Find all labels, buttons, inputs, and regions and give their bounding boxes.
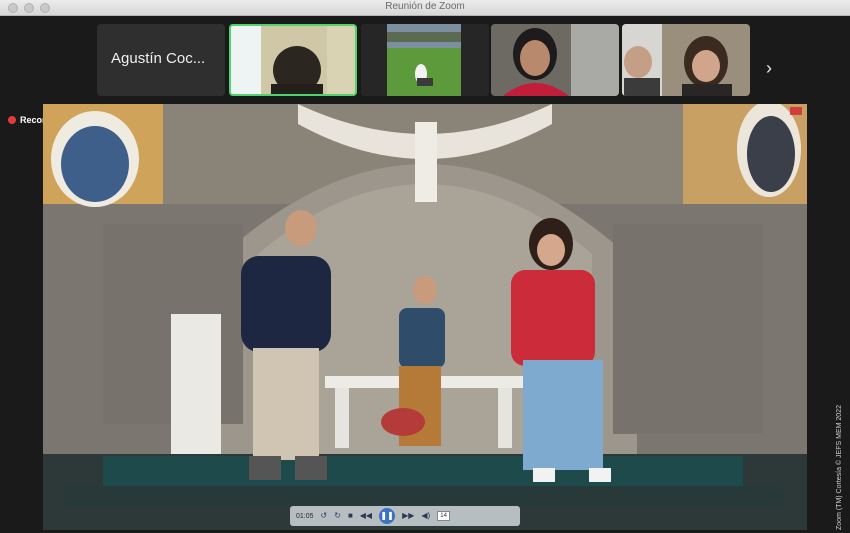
participant-video xyxy=(622,24,750,96)
playback-time: 01:05 xyxy=(296,512,314,520)
participant-video xyxy=(361,24,489,96)
stop-icon[interactable]: ■ xyxy=(348,506,353,526)
volume-icon[interactable]: ◀) xyxy=(421,506,430,526)
media-player-controls: 01:05 ↺ ↻ ■ ◀◀ ❚❚ ▶▶ ◀) 14 xyxy=(290,506,520,526)
participant-tile-4[interactable] xyxy=(491,24,619,96)
pause-icon[interactable]: ❚❚ xyxy=(379,508,396,524)
volume-level[interactable]: 14 xyxy=(437,511,450,521)
participant-tile-active-speaker[interactable] xyxy=(229,24,357,96)
participant-tile-3[interactable] xyxy=(361,24,489,96)
participant-tile-agustin[interactable]: Agustín Coc... xyxy=(97,24,225,96)
next-icon[interactable]: ▶▶ xyxy=(402,506,414,526)
gallery-strip: Agustín Coc... › xyxy=(0,16,850,102)
shuffle-icon[interactable]: ↺ xyxy=(321,506,328,526)
chevron-right-icon[interactable]: › xyxy=(757,56,781,80)
participant-video xyxy=(231,26,355,94)
participant-tile-5[interactable] xyxy=(622,24,750,96)
screen-share-icon[interactable] xyxy=(790,107,802,115)
record-dot-icon xyxy=(8,116,16,124)
repeat-icon[interactable]: ↻ xyxy=(334,506,341,526)
church-scene-video xyxy=(43,104,807,530)
zoom-window: Reunión de Zoom Agustín Coc... › 01:05 ↺… xyxy=(0,0,850,533)
title-bar: Reunión de Zoom xyxy=(0,0,850,16)
copyright-credit: Zoom (TM) Cortesía © JEFS MEM 2022 xyxy=(836,405,843,530)
participant-name: Agustín Coc... xyxy=(111,50,206,67)
main-video[interactable] xyxy=(43,104,807,530)
window-title: Reunión de Zoom xyxy=(385,1,465,12)
participant-video xyxy=(491,24,619,96)
previous-icon[interactable]: ◀◀ xyxy=(360,506,372,526)
